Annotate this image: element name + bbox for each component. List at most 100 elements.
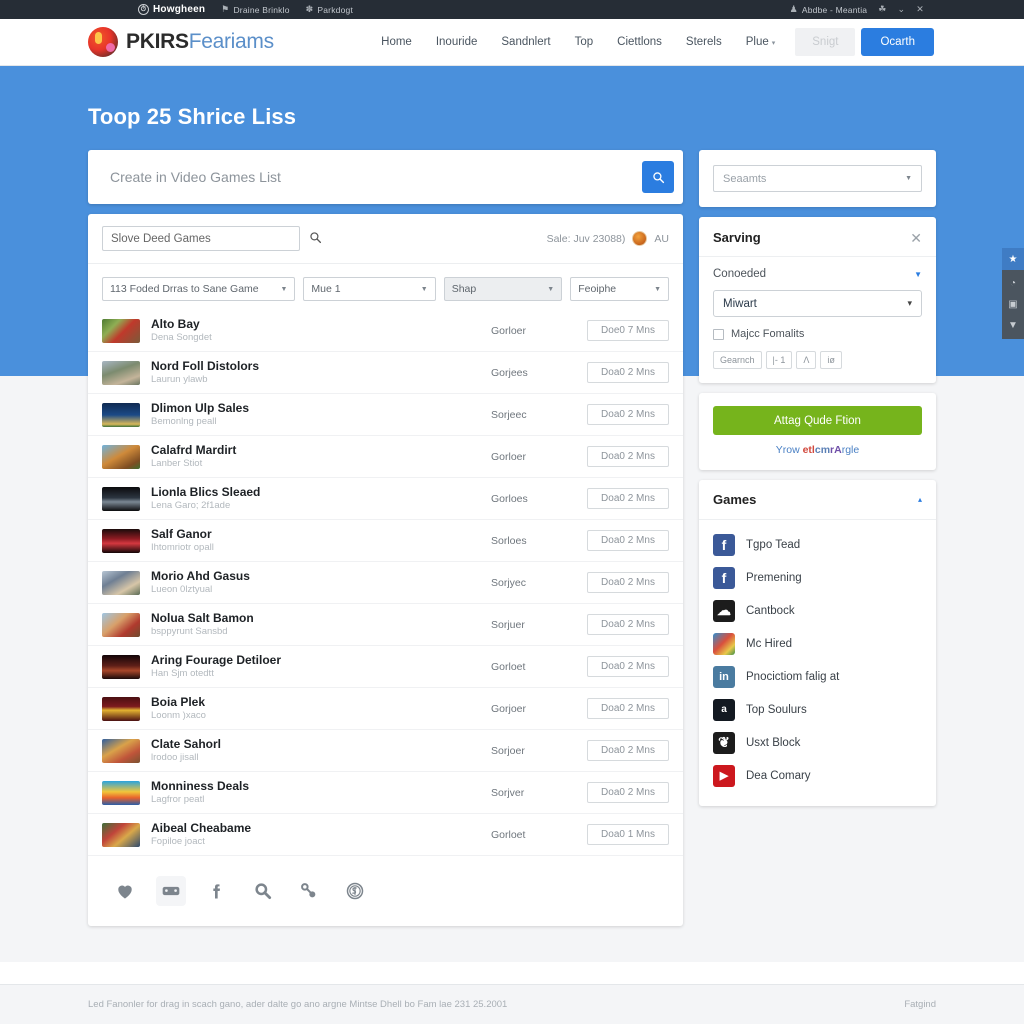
- table-row[interactable]: Calafrd Mardirt Lanber Stiot Gorloer Doa0 2…: [88, 436, 683, 478]
- list-item[interactable]: ❦ Usxt Block: [713, 726, 922, 759]
- checkbox[interactable]: [713, 328, 724, 340]
- close-icon[interactable]: ✕: [910, 231, 922, 245]
- table-row[interactable]: Dlimon Ulp Sales Bemonlng peall Sorjeec Doa…: [88, 394, 683, 436]
- row-action-button[interactable]: Doa0 2 Mns: [587, 656, 669, 677]
- row-text: Nord Foll Distolors Laurun ylawb: [151, 359, 259, 386]
- nav-item-home[interactable]: Home: [369, 36, 424, 48]
- filter-select-mue[interactable]: Mue 1 ▼: [303, 277, 436, 301]
- row-title: Aring Fourage Detiloer: [151, 653, 282, 667]
- serving-chip-3[interactable]: iø: [820, 351, 842, 369]
- cta-button[interactable]: Attag Qude Ftion: [713, 406, 922, 435]
- link-icon[interactable]: [294, 876, 324, 906]
- topbar-item-1[interactable]: ✽ Parkdogt: [306, 4, 353, 15]
- table-row[interactable]: Nolua Salt Bamon bsppyrunt Sansbd Sorjuer D…: [88, 604, 683, 646]
- table-row[interactable]: Clate Sahorl lrodoo jisall Sorjoer Doa0 2 M…: [88, 730, 683, 772]
- row-action-button[interactable]: Doa0 2 Mns: [587, 782, 669, 803]
- list-item[interactable]: f Tgpo Tead: [713, 528, 922, 561]
- filter-select-feoiphe[interactable]: Feoiphe ▼: [570, 277, 669, 301]
- list-item[interactable]: Mc Hired: [713, 627, 922, 660]
- nav-item-plue[interactable]: Plue ▾: [734, 36, 788, 48]
- topbar-account[interactable]: ♟ Abdbe - Meantia: [790, 4, 868, 15]
- list-item[interactable]: a Top Soulurs: [713, 693, 922, 726]
- topbar-item-0[interactable]: ⚑ Draine Brinklo: [221, 4, 289, 15]
- search-icon[interactable]: [309, 231, 322, 247]
- list-item[interactable]: ☁ Cantbock: [713, 594, 922, 627]
- dock-save-button[interactable]: ▣: [1002, 294, 1024, 315]
- site-logo[interactable]: PKIRSFeariams: [88, 27, 274, 57]
- row-subtitle: Bemonlng peall: [151, 416, 217, 427]
- table-row[interactable]: Morio Ahd Gasus Lueon 0lztyual Sorjyec Doa0…: [88, 562, 683, 604]
- chevron-down-icon: ▾: [907, 298, 912, 308]
- hero-search-submit[interactable]: [642, 161, 674, 193]
- games-list-card: Sale: Juv 23088) AU 113 Foded Drras to S…: [88, 214, 683, 926]
- row-action-button[interactable]: Doa0 2 Mns: [587, 530, 669, 551]
- hero-search-input[interactable]: [110, 169, 642, 185]
- logo-bold: PKIRS: [126, 30, 189, 53]
- list-item[interactable]: f Premening: [713, 561, 922, 594]
- dock-star-button[interactable]: ★: [1002, 248, 1024, 270]
- serving-chip-2[interactable]: Λ: [796, 351, 817, 369]
- table-row[interactable]: Alto Bay Dena Songdet Gorloer Doe0 7 Mns: [88, 310, 683, 352]
- row-title: Clate Sahorl: [151, 737, 222, 751]
- nav-item-ciettlons[interactable]: Ciettlons: [605, 36, 674, 48]
- row-action-button[interactable]: Doa0 2 Mns: [587, 488, 669, 509]
- row-action-button[interactable]: Doa0 2 Mns: [587, 362, 669, 383]
- filter-select-game[interactable]: 113 Foded Drras to Sane Game ▼: [102, 277, 296, 301]
- heart-icon[interactable]: [110, 876, 140, 906]
- table-row[interactable]: Boia Plek Loonm )xaco Gorjoer Doa0 2 Mns: [88, 688, 683, 730]
- row-title: Monniness Deals: [151, 779, 250, 793]
- games-panel-header[interactable]: Games ▴: [699, 480, 936, 520]
- row-action-button[interactable]: Doa0 2 Mns: [587, 740, 669, 761]
- list-item[interactable]: ▶ Dea Comary: [713, 759, 922, 792]
- row-meta: Sorjyec: [491, 576, 527, 589]
- row-action-button[interactable]: Doe0 7 Mns: [587, 320, 669, 341]
- serving-conoeded-row[interactable]: Conoeded ▼: [713, 268, 922, 280]
- signin-button[interactable]: Snigt: [795, 28, 856, 56]
- table-row[interactable]: Salf Ganor Ihtomriotr opall Sorloes Doa0 2 …: [88, 520, 683, 562]
- row-subtitle: Lanber Stiot: [151, 458, 203, 469]
- gamepad-icon[interactable]: [156, 876, 186, 906]
- row-action-button[interactable]: Doa0 2 Mns: [587, 404, 669, 425]
- row-subtitle: Dena Songdet: [151, 332, 212, 343]
- download-icon[interactable]: ⌄: [898, 4, 906, 15]
- dock-comment-button[interactable]: ▼: [1002, 315, 1024, 336]
- balloon-icon[interactable]: ☘: [878, 4, 886, 15]
- serving-chip-0[interactable]: Gearnch: [713, 351, 762, 369]
- coin-icon[interactable]: [340, 876, 370, 906]
- facebook-f-icon[interactable]: [202, 876, 232, 906]
- serving-chip-1[interactable]: |- 1: [765, 351, 793, 369]
- table-row[interactable]: Lionla Blics Sleaed Lena Garo; 2f1ade Gorl…: [88, 478, 683, 520]
- row-action-button[interactable]: Doa0 2 Mns: [587, 572, 669, 593]
- search-icon[interactable]: [248, 876, 278, 906]
- table-row[interactable]: Monniness Deals Lagfror peatl Sorjver Doa0 …: [88, 772, 683, 814]
- filter-select-shap[interactable]: Shap ▼: [443, 277, 563, 301]
- sidebar-segments-select[interactable]: Seaamts ▼: [713, 165, 922, 192]
- row-action-button[interactable]: Doa0 1 Mns: [587, 824, 669, 845]
- list-item[interactable]: in Pnocictiom falig at: [713, 660, 922, 693]
- photo-icon: [713, 632, 735, 655]
- table-row[interactable]: Aring Fourage Detiloer Han Sjm otedtt Gorl…: [88, 646, 683, 688]
- serving-miwart-select[interactable]: Miwart ▾: [713, 290, 922, 317]
- amazon-icon: a: [713, 698, 735, 721]
- row-action-button[interactable]: Doa0 2 Mns: [587, 446, 669, 467]
- nav-item-sterels[interactable]: Sterels: [674, 36, 734, 48]
- row-action-button[interactable]: Doa0 2 Mns: [587, 614, 669, 635]
- search-button[interactable]: Ocarth: [861, 28, 934, 56]
- row-action-button[interactable]: Doa0 2 Mns: [587, 698, 669, 719]
- cta-subtext[interactable]: Yrow etlcmrArgle: [713, 444, 922, 456]
- top-utility-left: ⏱ Howgheen ⚑ Draine Brinklo ✽ Parkdogt: [138, 4, 353, 15]
- game-thumbnail: [102, 360, 140, 385]
- close-icon[interactable]: ✕: [916, 4, 924, 15]
- nav-item-sandnlert[interactable]: Sandnlert: [489, 36, 562, 48]
- nav-item-top[interactable]: Top: [563, 36, 606, 48]
- dock-clock-button[interactable]: ◔: [1002, 273, 1024, 294]
- row-title: Calafrd Mardirt: [151, 443, 237, 457]
- topbar-brand[interactable]: ⏱ Howgheen: [138, 4, 205, 15]
- list-item-label: Tgpo Tead: [746, 538, 801, 551]
- table-row[interactable]: Aibeal Cheabame Fopiloe joact Gorloet Doa0 …: [88, 814, 683, 856]
- filter-select-mue-label: Mue 1: [311, 283, 341, 295]
- nav-item-inouride[interactable]: Inouride: [424, 36, 490, 48]
- table-row[interactable]: Nord Foll Distolors Laurun ylawb Gorjees Do…: [88, 352, 683, 394]
- list-search-input[interactable]: [102, 226, 300, 251]
- serving-checkbox-row[interactable]: Majcc Fomalits: [713, 328, 922, 340]
